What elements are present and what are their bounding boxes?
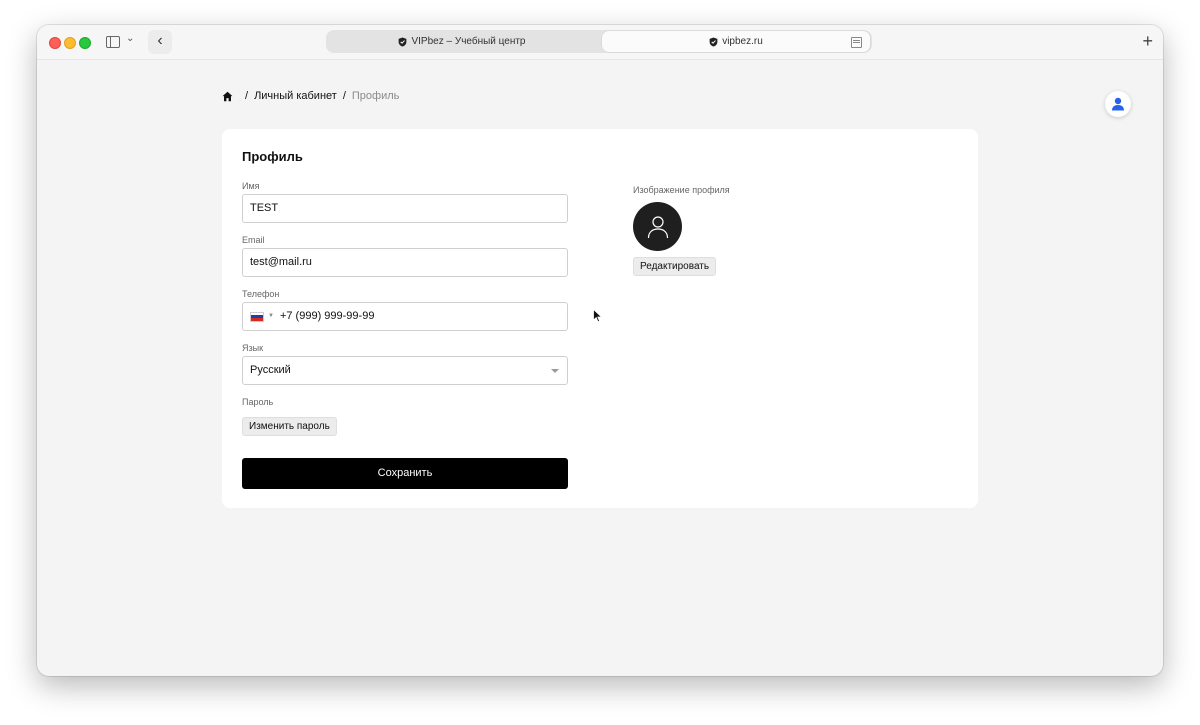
breadcrumb-separator: / xyxy=(245,90,249,102)
user-outline-icon xyxy=(647,215,668,238)
save-button[interactable]: Сохранить xyxy=(242,458,568,489)
minimize-window-button[interactable] xyxy=(64,37,76,49)
new-tab-button[interactable]: + xyxy=(1142,30,1153,52)
change-password-button[interactable]: Изменить пароль xyxy=(242,417,337,436)
tab-label: VIPbez – Учебный центр xyxy=(411,36,526,47)
chevron-down-icon[interactable]: ⌄ xyxy=(126,33,134,44)
shield-icon xyxy=(399,37,407,46)
profile-image-label: Изображение профиля xyxy=(633,185,730,195)
sidebar-toggle-icon[interactable] xyxy=(106,36,120,48)
breadcrumb-link-cabinet[interactable]: Личный кабинет xyxy=(254,90,337,102)
user-menu-button[interactable] xyxy=(1105,91,1131,117)
phone-value: +7 (999) 999-99-99 xyxy=(279,310,375,322)
address-label: vipbez.ru xyxy=(722,36,763,47)
user-icon xyxy=(1112,97,1124,111)
breadcrumb: / Личный кабинет / Профиль xyxy=(222,89,399,103)
zoom-window-button[interactable] xyxy=(79,37,91,49)
email-label: Email xyxy=(242,235,265,245)
breadcrumb-current-profile: Профиль xyxy=(351,90,400,102)
name-field[interactable]: TEST xyxy=(242,194,568,223)
name-label: Имя xyxy=(242,181,260,191)
reader-mode-icon[interactable] xyxy=(851,37,862,48)
language-select[interactable]: Русский xyxy=(242,356,568,385)
email-field[interactable]: test@mail.ru xyxy=(242,248,568,277)
phone-label: Телефон xyxy=(242,289,280,299)
shield-icon xyxy=(709,37,718,46)
caret-down-icon[interactable]: ▼ xyxy=(268,303,274,330)
page-title: Профиль xyxy=(242,149,303,164)
phone-field[interactable]: ▼ +7 (999) 999-99-99 xyxy=(242,302,568,331)
tab-vipbez-center[interactable]: VIPbez – Учебный центр xyxy=(326,30,598,53)
home-icon[interactable] xyxy=(222,91,233,102)
dropdown-arrow-icon xyxy=(551,369,559,373)
tab-vipbez-address[interactable]: vipbez.ru xyxy=(602,31,870,52)
tab-bar: VIPbez – Учебный центр vipbez.ru xyxy=(326,30,872,53)
password-label: Пароль xyxy=(242,397,274,407)
russia-flag-icon[interactable] xyxy=(250,311,264,322)
mouse-cursor-icon xyxy=(593,309,603,323)
breadcrumb-separator: / xyxy=(342,90,346,102)
browser-window: ⌄ ‹ VIPbez – Учебный центр vipbez.ru + /… xyxy=(37,25,1163,676)
back-button[interactable]: ‹ xyxy=(148,30,172,54)
profile-avatar xyxy=(633,202,682,251)
page-content: / Личный кабинет / Профиль Профиль Имя T… xyxy=(37,60,1163,676)
browser-titlebar: ⌄ ‹ VIPbez – Учебный центр vipbez.ru + xyxy=(37,25,1163,60)
language-selected-value: Русский xyxy=(250,364,291,376)
edit-profile-image-button[interactable]: Редактировать xyxy=(633,257,717,276)
language-label: Язык xyxy=(242,343,264,353)
close-window-button[interactable] xyxy=(49,37,61,49)
